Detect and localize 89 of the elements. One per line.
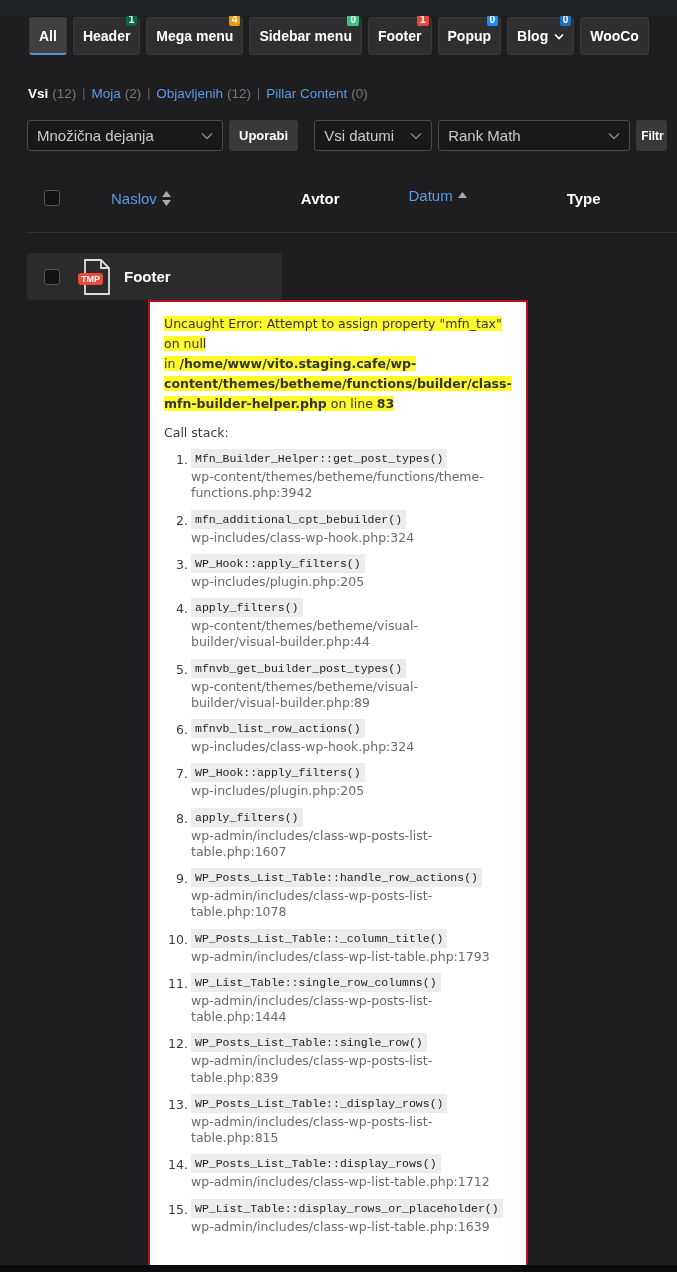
tab[interactable]: WooCo — [580, 17, 649, 55]
list-number: 11. — [167, 974, 188, 993]
tab[interactable]: All — [29, 17, 67, 55]
list-number: 6. — [175, 721, 188, 739]
column-header-link[interactable]: Datum — [408, 186, 453, 204]
list-number: 12. — [167, 1035, 188, 1054]
count-badge: 0 — [347, 16, 359, 26]
apply-button[interactable]: Uporabi — [229, 120, 299, 151]
separator: | — [82, 86, 86, 100]
file-path: wp-admin/includes/class-wp-posts-list-table.php:839 — [191, 1053, 434, 1086]
chevron-down-icon — [410, 131, 423, 140]
file-path: wp-includes/class-wp-hook.php:324 — [191, 739, 416, 756]
count-badge: 0 — [559, 16, 572, 26]
file-path: wp-admin/includes/class-wp-posts-list-table.php:815 — [191, 1113, 434, 1147]
file-path: wp-admin/includes/class-wp-posts-list-table.php:1444 — [191, 992, 434, 1026]
list-number: 8. — [175, 809, 188, 828]
function-name: apply_filters() — [191, 598, 303, 617]
file-path: wp-admin/includes/class-wp-list-table.php:1793 — [191, 948, 491, 965]
count-badge: 4 — [228, 16, 241, 26]
count-badge: 0 — [486, 16, 499, 26]
date-filter-select[interactable]: Vsi datumi — [314, 120, 433, 151]
function-name: WP_Hook::apply_filters() — [191, 763, 365, 783]
call-stack-label: Call stack: — [164, 425, 230, 440]
file-path: wp-includes/plugin.php:205 — [191, 573, 366, 590]
file-path: wp-admin/includes/class-wp-posts-list-table.php:1607 — [191, 827, 434, 860]
file-path: wp-content/themes/betheme/visual-builder/visual-builder.php:44 — [191, 618, 419, 651]
chevron-down-icon — [608, 131, 621, 140]
list-number: 4. — [175, 600, 188, 618]
function-name: WP_Hook::apply_filters() — [191, 553, 365, 573]
function-name: WP_List_Table::single_row_columns() — [191, 972, 441, 992]
select-all-checkbox[interactable] — [44, 190, 60, 206]
function-name: WP_Posts_List_Table::_column_title() — [191, 928, 448, 948]
file-path: wp-admin/includes/class-wp-list-table.php:1639 — [191, 1218, 491, 1235]
view-link[interactable]: Pillar Content — [266, 85, 348, 101]
tab[interactable]: Blog 0 — [507, 17, 575, 55]
sort-icon — [161, 190, 171, 206]
sort-ascending-icon — [457, 192, 467, 198]
column-header-link[interactable]: Naslov — [111, 189, 157, 207]
chevron-down-icon — [201, 131, 213, 140]
column-header: Avtor — [300, 189, 340, 207]
view-link[interactable]: Moja — [91, 85, 121, 101]
function-name: WP_Posts_List_Table::_display_rows() — [191, 1093, 448, 1113]
filter-button[interactable]: Filtr — [636, 120, 667, 151]
list-number: 9. — [175, 870, 188, 888]
file-path: wp-content/themes/betheme/visual-builder/visual-builder.php:89 — [191, 678, 419, 711]
file-path: wp-admin/includes/class-wp-posts-list-table.php:1078 — [191, 888, 434, 921]
function-name: apply_filters() — [191, 807, 303, 827]
list-number: 3. — [175, 555, 188, 574]
file-path: wp-includes/class-wp-hook.php:324 — [191, 529, 416, 546]
function-name: Mfn_Builder_Helper::get_post_types() — [191, 449, 448, 468]
list-number: 10. — [167, 930, 188, 949]
list-number: 2. — [175, 511, 188, 530]
view-count: (0) — [351, 85, 368, 101]
function-name: WP_Posts_List_Table::handle_row_actions() — [191, 868, 482, 887]
row-checkbox[interactable] — [44, 268, 60, 285]
row-title-link[interactable]: Footer — [124, 268, 171, 285]
tab[interactable]: Header 1 — [72, 17, 141, 55]
function-name: WP_Posts_List_Table::single_row() — [191, 1033, 427, 1053]
seo-filter-select[interactable]: Rank Math — [438, 120, 631, 151]
view-link[interactable]: Objavljenih — [156, 85, 224, 101]
error-message: Uncaught Error: Attempt to assign property "mfn_tax" on null in /home/www/vito.staging.cafe/wp-content/themes/betheme/functions/builder/class-mfn-builder-helper.php on line 83 — [164, 315, 512, 413]
list-number: 5. — [175, 660, 188, 679]
separator: | — [147, 86, 151, 100]
tab[interactable]: Mega menu 4 — [146, 17, 244, 55]
function-name: WP_List_Table::display_rows_or_placeholder() — [191, 1198, 503, 1218]
view-count: (2) — [124, 85, 142, 101]
column-header: Type — [566, 189, 601, 207]
file-path: wp-content/themes/betheme/functions/theme-functions.php:3942 — [191, 469, 485, 502]
list-number: 14. — [167, 1156, 188, 1175]
view-count: (12) — [227, 85, 252, 101]
file-path: wp-includes/plugin.php:205 — [191, 783, 366, 800]
function-name: mfnvb_get_builder_post_types() — [191, 658, 407, 678]
function-name: mfn_additional_cpt_bebuilder() — [191, 509, 407, 529]
file-path: wp-admin/includes/class-wp-list-table.php:1712 — [191, 1174, 491, 1191]
list-number: 15. — [167, 1200, 188, 1219]
list-number: 1. — [175, 451, 188, 469]
count-badge: 1 — [416, 16, 429, 26]
list-number: 7. — [175, 765, 188, 784]
list-number: 13. — [167, 1095, 188, 1114]
bulk-actions-select[interactable]: Množična dejanja — [27, 120, 223, 151]
function-name: mfnvb_list_row_actions() — [191, 719, 365, 738]
tab[interactable]: Sidebar menu 0 — [249, 17, 362, 55]
function-name: WP_Posts_List_Table::display_rows() — [191, 1154, 441, 1174]
tab[interactable]: Footer 1 — [367, 17, 432, 55]
view-link[interactable]: Vsi — [28, 85, 49, 101]
view-count: (12) — [52, 85, 77, 101]
separator: | — [257, 86, 261, 100]
count-badge: 1 — [125, 16, 138, 26]
tab[interactable]: Popup 0 — [437, 17, 502, 55]
